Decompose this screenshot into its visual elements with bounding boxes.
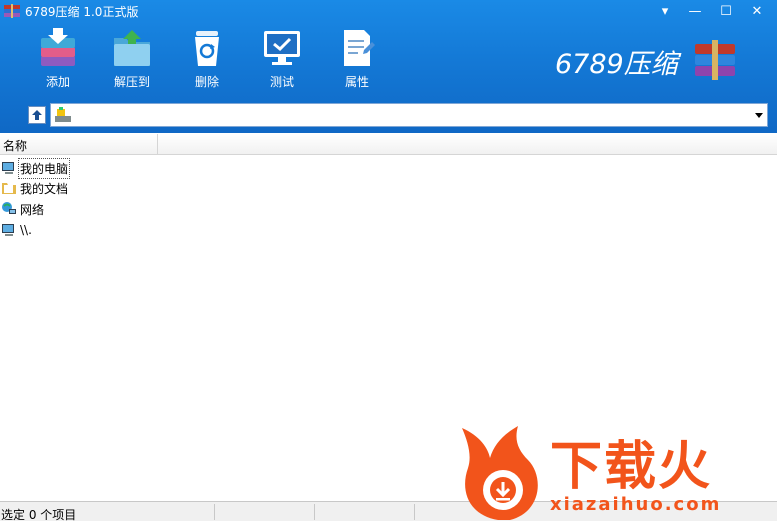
network-icon bbox=[2, 202, 16, 214]
delete-button[interactable]: 删除 bbox=[176, 28, 238, 90]
maximize-button[interactable]: ☐ bbox=[713, 1, 739, 21]
watermark-title: 下载火 bbox=[550, 437, 713, 497]
list-item-my-computer[interactable]: 我的电脑 bbox=[1, 157, 71, 179]
list-item-network[interactable]: 网络 bbox=[1, 199, 45, 219]
list-item-label: 网络 bbox=[20, 202, 45, 217]
up-arrow-icon bbox=[32, 110, 42, 120]
app-window: 6789压缩 1.0正式版 ▾ — ☐ ✕ 添加 解压到 删除 测试 属性 67… bbox=[0, 0, 777, 522]
extract-to-label: 解压到 bbox=[113, 75, 150, 89]
chevron-down-icon: ▾ bbox=[661, 3, 669, 19]
watermark: 下载火 xiazaihuo.com bbox=[458, 420, 777, 521]
list-item-my-documents[interactable]: 我的文档 bbox=[1, 178, 69, 198]
column-header-name[interactable]: 名称 bbox=[0, 134, 158, 155]
status-text: 选定 0 个项目 bbox=[1, 508, 77, 522]
list-item-label: \\. bbox=[20, 223, 32, 237]
brand-name: 6789压缩 bbox=[555, 49, 678, 80]
window-title: 6789压缩 1.0正式版 bbox=[25, 5, 139, 19]
toolbar-area: 6789压缩 1.0正式版 ▾ — ☐ ✕ 添加 解压到 删除 测试 属性 67… bbox=[0, 0, 777, 133]
test-label: 测试 bbox=[269, 75, 294, 89]
flame-download-logo-icon bbox=[462, 426, 538, 520]
maximize-icon: ☐ bbox=[720, 3, 732, 19]
list-item-label: 我的电脑 bbox=[17, 157, 71, 179]
computer-icon bbox=[2, 224, 14, 236]
status-separator bbox=[314, 504, 315, 520]
watermark-url: xiazaihuo.com bbox=[550, 494, 722, 515]
properties-label: 属性 bbox=[344, 75, 369, 89]
minimize-icon: — bbox=[688, 3, 702, 19]
close-icon: ✕ bbox=[751, 3, 763, 19]
minimize-button[interactable]: — bbox=[682, 1, 708, 21]
status-separator bbox=[414, 504, 415, 520]
extract-to-button[interactable]: 解压到 bbox=[101, 28, 163, 90]
up-folder-button[interactable] bbox=[28, 106, 46, 124]
address-combobox[interactable] bbox=[50, 103, 768, 127]
drive-icon bbox=[55, 107, 71, 122]
documents-folder-icon bbox=[2, 183, 16, 194]
winrar-books-logo-icon bbox=[695, 40, 735, 80]
status-separator bbox=[214, 504, 215, 520]
close-button[interactable]: ✕ bbox=[744, 1, 770, 21]
delete-label: 删除 bbox=[194, 75, 219, 89]
add-button[interactable]: 添加 bbox=[27, 28, 89, 90]
app-icon bbox=[4, 4, 20, 18]
menu-dropdown-button[interactable]: ▾ bbox=[652, 1, 678, 21]
recycle-bin-icon bbox=[195, 31, 219, 66]
properties-document-icon bbox=[344, 30, 375, 66]
add-label: 添加 bbox=[45, 75, 70, 89]
properties-button[interactable]: 属性 bbox=[326, 28, 388, 90]
title-bar: 6789压缩 1.0正式版 ▾ — ☐ ✕ bbox=[0, 0, 777, 22]
computer-icon bbox=[2, 162, 14, 174]
list-item-local-root[interactable]: \\. bbox=[1, 220, 33, 240]
address-dropdown-arrow[interactable] bbox=[755, 113, 763, 118]
extract-folder-icon bbox=[114, 30, 150, 66]
list-header: 名称 bbox=[0, 134, 777, 155]
list-item-label: 我的文档 bbox=[20, 181, 69, 196]
test-button[interactable]: 测试 bbox=[251, 28, 313, 90]
monitor-check-icon bbox=[264, 31, 300, 65]
add-archive-icon bbox=[41, 28, 75, 66]
